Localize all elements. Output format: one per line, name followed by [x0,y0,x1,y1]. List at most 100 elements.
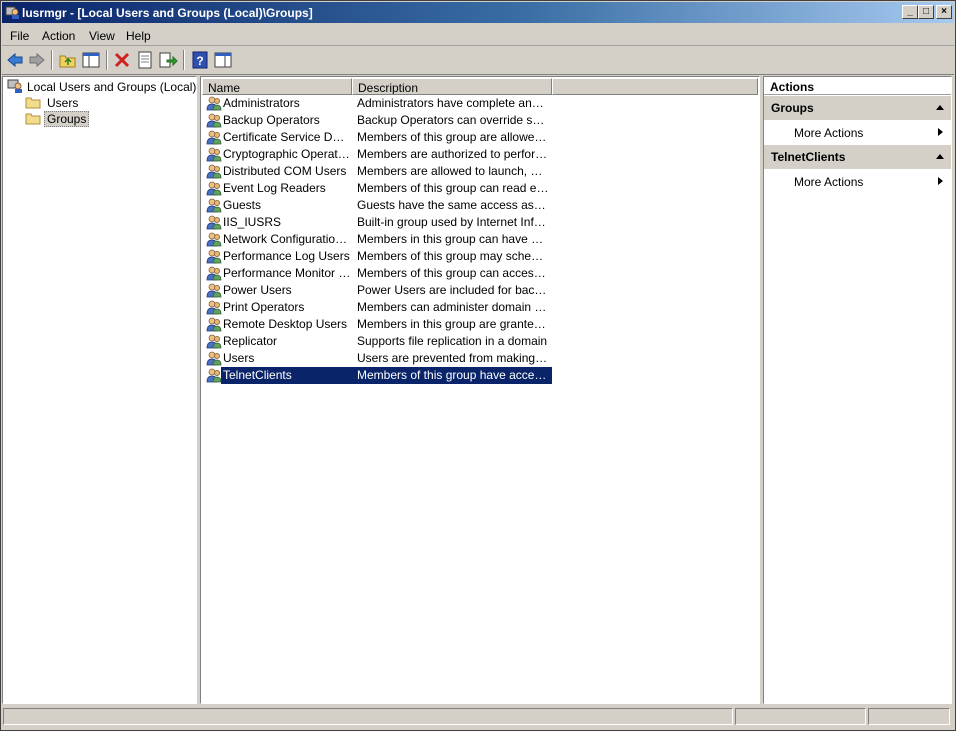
group-description: Supports file replication in a domain [357,334,548,348]
group-name: Remote Desktop Users [223,317,348,331]
table-row[interactable]: Distributed COM Users Members are allowed… [204,163,752,180]
group-icon [206,163,222,179]
group-description: Members of this group can read event log… [357,181,549,195]
minimize-button[interactable]: _ [902,5,918,19]
table-row[interactable]: Print Operators Members can administer do… [204,299,752,316]
table-row[interactable]: Performance Monitor Users Members of this… [204,265,752,282]
status-cell-main [3,708,733,725]
table-row[interactable]: Administrators Administrators have comple… [204,95,752,112]
group-name: Cryptographic Operators [223,147,351,161]
show-hide-action-pane-icon[interactable] [213,50,233,70]
group-description: Administrators have complete and unrestr… [357,96,549,110]
table-row[interactable]: IIS_IUSRS Built-in group used by Internet… [204,214,752,231]
delete-icon[interactable] [112,50,132,70]
table-row[interactable]: Remote Desktop Users Members in this grou… [204,316,752,333]
table-row[interactable]: Network Configuration Operators Members i… [204,231,752,248]
menu-action[interactable]: Action [42,29,75,43]
column-header-empty[interactable] [552,78,758,95]
table-row[interactable]: Event Log Readers Members of this group c… [204,180,752,197]
title-bar[interactable]: lusrmgr - [Local Users and Groups (Local… [2,2,954,23]
group-name: Event Log Readers [223,181,326,195]
menu-bar: File Action View Help [2,24,954,46]
group-icon [206,248,222,264]
action-section-groups[interactable]: Groups [764,96,951,120]
up-folder-icon[interactable] [58,50,78,70]
group-name: Certificate Service DCOM Access [223,130,351,144]
groups-more-actions[interactable]: More Actions [764,121,951,143]
tree-node-users[interactable]: Users [25,95,195,111]
list-header: Name Description [202,78,758,95]
status-cell-3 [868,708,950,725]
group-description: Members in this group can have some admi… [357,232,549,246]
menu-file[interactable]: File [10,29,29,43]
column-header-name[interactable]: Name [202,78,352,95]
submenu-arrow-icon [938,128,943,136]
window-title: lusrmgr - [Local Users and Groups (Local… [22,6,313,20]
table-row[interactable]: Guests Guests have the same access as mem… [204,197,752,214]
mmc-window: lusrmgr - [Local Users and Groups (Local… [0,0,956,731]
group-description: Members are allowed to launch, activate … [357,164,549,178]
group-description: Members can administer domain printers [357,300,549,314]
group-icon [206,299,222,315]
app-icon [5,6,19,19]
telnetclients-more-actions[interactable]: More Actions [764,170,951,192]
tree-users-label: Users [47,96,79,110]
table-row[interactable]: Cryptographic Operators Members are autho… [204,146,752,163]
table-row[interactable]: TelnetClients Members of this group have … [204,367,752,384]
table-row[interactable]: Performance Log Users Members of this gro… [204,248,752,265]
table-row[interactable]: Replicator Supports file replication in a… [204,333,752,350]
actions-pane: Actions Groups More Actions TelnetClient… [763,76,952,704]
submenu-arrow-icon [938,177,943,185]
group-description: Members of this group are allowed to con… [357,130,549,144]
group-name: Power Users [223,283,292,297]
group-icon [206,231,222,247]
menu-view[interactable]: View [89,29,115,43]
group-icon [206,282,222,298]
group-description: Backup Operators can override security r… [357,113,549,127]
export-icon[interactable] [158,50,178,70]
table-row[interactable]: Certificate Service DCOM Access Members o… [204,129,752,146]
section-title: TelnetClients [771,150,846,164]
table-row[interactable]: Users Users are prevented from making acc… [204,350,752,367]
group-name: Performance Monitor Users [223,266,351,280]
table-row[interactable]: Backup Operators Backup Operators can ove… [204,112,752,129]
groups-list-view[interactable]: Name Description Administrators Administr… [200,76,760,704]
group-name: Distributed COM Users [223,164,347,178]
maximize-button[interactable]: □ [918,5,934,19]
column-header-description[interactable]: Description [352,78,552,95]
group-icon [206,316,222,332]
tree-node-groups[interactable]: Groups [25,111,195,127]
group-name: Users [223,351,255,365]
folder-icon [25,97,41,109]
group-description: Members are authorized to perform crypto… [357,147,549,161]
group-name: TelnetClients [223,368,292,382]
console-tree[interactable]: Local Users and Groups (Local) Users Gro… [2,76,197,704]
group-description: Members of this group can access perform… [357,266,549,280]
properties-icon[interactable] [135,50,155,70]
forward-icon[interactable] [27,50,47,70]
close-button[interactable]: × [936,5,952,19]
table-row[interactable]: Power Users Power Users are included for … [204,282,752,299]
group-description: Power Users are included for backwards c… [357,283,549,297]
group-icon [206,333,222,349]
folder-icon [25,113,41,125]
back-icon[interactable] [5,50,25,70]
group-icon [206,112,222,128]
collapse-arrow-icon[interactable] [936,154,944,159]
computer-users-icon [7,79,22,93]
group-icon [206,214,222,230]
more-actions-label: More Actions [794,126,864,140]
action-section-telnetclients[interactable]: TelnetClients [764,145,951,169]
tree-node-root[interactable]: Local Users and Groups (Local) [7,79,196,95]
menu-help[interactable]: Help [126,29,151,43]
collapse-arrow-icon[interactable] [936,105,944,110]
group-description: Guests have the same access as members o… [357,198,549,212]
group-icon [206,350,222,366]
help-icon[interactable]: ? [190,50,210,70]
group-icon [206,95,222,111]
group-name: Administrators [223,96,300,110]
group-icon [206,180,222,196]
svg-text:?: ? [196,54,203,68]
group-icon [206,129,222,145]
show-hide-tree-icon[interactable] [81,50,101,70]
